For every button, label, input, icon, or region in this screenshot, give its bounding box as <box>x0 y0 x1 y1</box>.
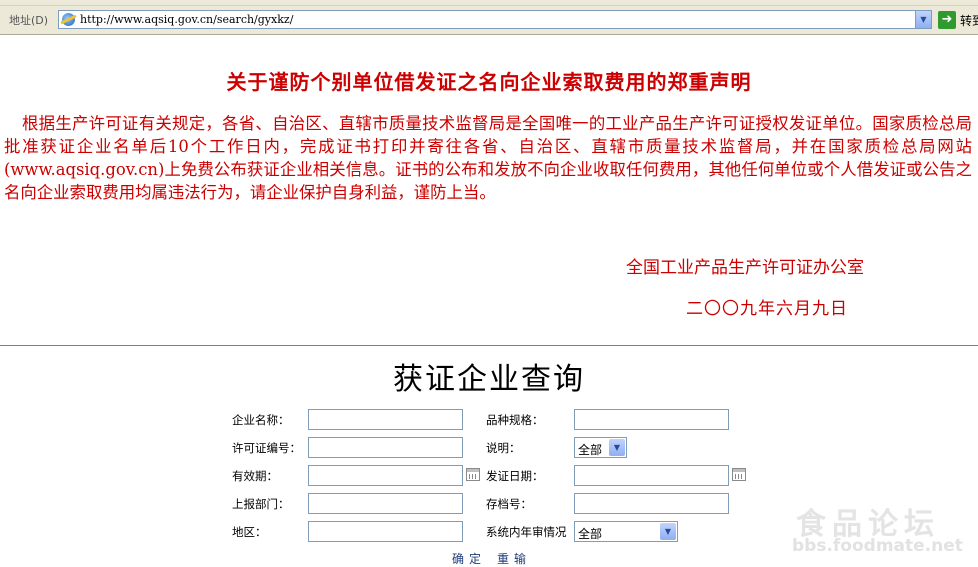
chevron-down-icon[interactable]: ▼ <box>660 523 676 540</box>
archive-no-input[interactable] <box>574 493 729 514</box>
archive-no-label: 存档号： <box>486 497 532 511</box>
region-label: 地区： <box>232 525 267 539</box>
description-label: 说明： <box>486 441 521 455</box>
notice-date: 二〇〇九年六月九日 <box>686 299 848 319</box>
annual-review-select[interactable]: 全部 ▼ <box>574 521 678 542</box>
address-dropdown-icon[interactable]: ▼ <box>915 11 931 28</box>
annual-review-select-value: 全部 <box>578 527 603 541</box>
license-no-input[interactable] <box>308 437 463 458</box>
ie-page-icon <box>62 13 75 26</box>
report-dept-label: 上报部门： <box>232 497 290 511</box>
go-button-label[interactable]: 转到 <box>960 12 978 29</box>
address-label: 地址(D) <box>9 14 49 27</box>
description-select[interactable]: 全部 ▼ <box>574 437 627 458</box>
chevron-down-icon[interactable]: ▼ <box>609 439 625 456</box>
report-dept-input[interactable] <box>308 493 463 514</box>
confirm-button[interactable]: 确定 <box>452 550 486 567</box>
query-title: 获证企业查询 <box>393 362 585 397</box>
region-input[interactable] <box>308 521 463 542</box>
address-input[interactable]: http://www.aqsiq.gov.cn/search/gyxkz/ ▼ <box>58 10 932 29</box>
notice-body: 根据生产许可证有关规定，各省、自治区、直辖市质量技术监督局是全国唯一的工业产品生… <box>4 114 972 202</box>
calendar-icon[interactable] <box>466 468 480 481</box>
license-no-label: 许可证编号： <box>232 441 301 455</box>
validity-input[interactable] <box>308 465 463 486</box>
company-name-label: 企业名称： <box>232 413 290 427</box>
address-url[interactable]: http://www.aqsiq.gov.cn/search/gyxkz/ <box>80 13 293 26</box>
annual-review-label: 系统内年审情况 <box>486 525 567 539</box>
toolbar-edge <box>0 0 978 6</box>
validity-label: 有效期： <box>232 469 278 483</box>
issue-date-label: 发证日期： <box>486 469 544 483</box>
section-divider <box>0 345 978 346</box>
calendar-icon[interactable] <box>732 468 746 481</box>
description-select-value: 全部 <box>578 443 603 457</box>
go-arrow-icon[interactable]: ➜ <box>938 11 956 29</box>
product-spec-input[interactable] <box>574 409 729 430</box>
watermark-en: bbs.foodmate.net <box>792 536 963 556</box>
issue-date-input[interactable] <box>574 465 729 486</box>
address-bar: 地址(D) http://www.aqsiq.gov.cn/search/gyx… <box>0 0 978 35</box>
product-spec-label: 品种规格： <box>486 413 544 427</box>
notice-office: 全国工业产品生产许可证办公室 <box>626 258 864 278</box>
reset-button[interactable]: 重输 <box>497 550 531 567</box>
notice-title: 关于谨防个别单位借发证之名向企业索取费用的郑重声明 <box>226 70 752 94</box>
company-name-input[interactable] <box>308 409 463 430</box>
